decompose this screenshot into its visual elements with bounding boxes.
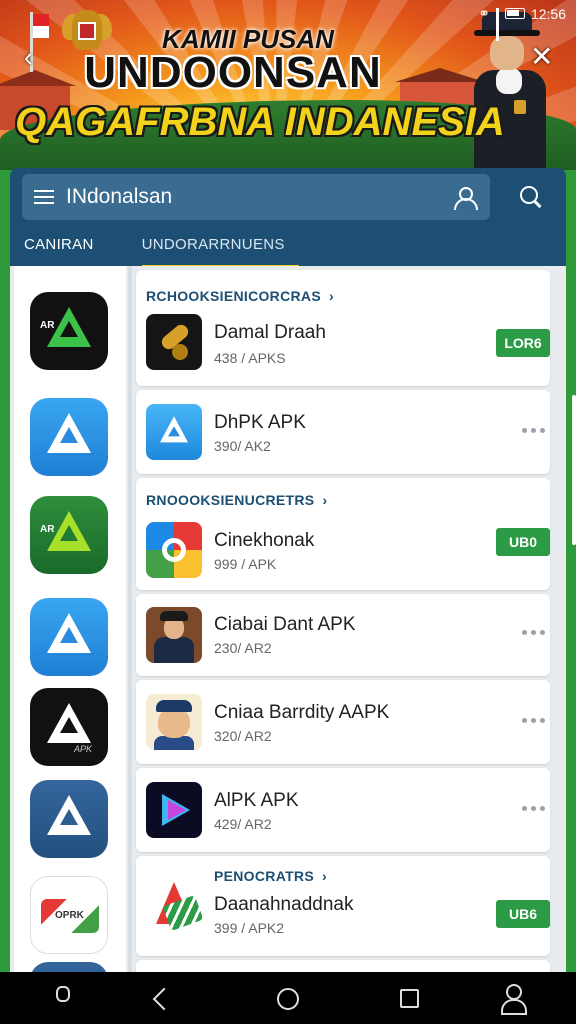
sidebar-icon-label: AR: [40, 524, 55, 535]
apk-logo-blue-icon[interactable]: [30, 398, 108, 476]
app-card[interactable]: AlPK APK 429/ AR2: [136, 768, 550, 852]
profile-icon[interactable]: [500, 984, 527, 1015]
app-subtitle: 320/ AR2: [214, 728, 272, 744]
section-header[interactable]: PENOCRATRS ›: [214, 868, 327, 884]
app-card[interactable]: Ciabai Dant APK 230/ AR2: [136, 594, 550, 676]
sidebar-icon-label: OPRK: [55, 910, 84, 921]
install-button[interactable]: LOR6: [496, 329, 550, 357]
more-options-icon[interactable]: [522, 630, 548, 638]
app-icon: [146, 782, 202, 838]
close-icon[interactable]: ✕: [530, 40, 553, 73]
system-nav-bar: [0, 972, 576, 1024]
signal-icon: [495, 7, 499, 41]
install-button[interactable]: UB0: [496, 528, 550, 556]
app-card[interactable]: RCHOOKSIENICORCRAS › Damal Draah 438 / AP…: [136, 270, 550, 386]
apk-logo-dark-icon[interactable]: APK: [30, 688, 108, 766]
back-arrow-icon[interactable]: ‹: [24, 42, 33, 73]
app-name: Ciabai Dant APK: [214, 614, 356, 635]
battery-icon: [504, 8, 525, 19]
app-subtitle: 399 / APK2: [214, 920, 285, 936]
app-subtitle: 230/ AR2: [214, 640, 272, 656]
tab-bar: CANIRAN UNDORARRNUENS: [10, 226, 566, 268]
main-content: AR AR APK OPRK RCHOOKSIENICORCRAS› Dama: [10, 266, 566, 972]
search-input-value[interactable]: INdonalsan: [66, 185, 452, 209]
banner-line-3: QAGAFRBNA INDANESIA: [15, 100, 505, 144]
app-icon: [146, 607, 202, 663]
header-banner: KAMII PUSAN UNDOONSAN QAGAFRBNA INDANESI…: [0, 0, 576, 170]
tab-caniran[interactable]: CANIRAN: [24, 226, 94, 268]
nav-home-icon[interactable]: [277, 988, 299, 1010]
app-subtitle: 390/ AK2: [214, 438, 271, 454]
apk-logo-dark-icon[interactable]: AR: [30, 292, 108, 370]
app-name: Daanahnaddnak: [214, 894, 354, 915]
sidebar-scrollbar[interactable]: [128, 266, 132, 972]
search-input[interactable]: INdonalsan: [22, 174, 490, 220]
app-bar: INdonalsan CANIRAN UNDORARRNUENS: [10, 168, 566, 268]
sidebar-icon-label: APK: [74, 744, 93, 754]
banner-line-2: UNDOONSAN: [84, 48, 382, 97]
app-name: AlPK APK: [214, 790, 299, 811]
app-name: Cniaa Barrdity AAPK: [214, 702, 390, 723]
app-icon: [146, 314, 202, 370]
opk-logo-icon[interactable]: OPRK: [30, 876, 108, 954]
app-subtitle: 999 / APK: [214, 556, 277, 572]
more-options-icon[interactable]: [522, 428, 548, 436]
page-scrollbar[interactable]: [572, 395, 576, 545]
chevron-right-icon: ›: [322, 492, 328, 508]
apk-logo-green-icon[interactable]: AR: [30, 496, 108, 574]
app-card[interactable]: [136, 960, 550, 972]
app-card[interactable]: RNOOOKSIENUCRETRS › Cinekhonak 999 / APK …: [136, 478, 550, 590]
sidebar-icon-label: AR: [40, 320, 55, 331]
app-icon: [146, 876, 202, 932]
assistant-icon[interactable]: [50, 986, 76, 1010]
section-title: RCHOOKSIENICORCRAS: [146, 288, 321, 304]
install-button[interactable]: UB6: [496, 900, 550, 928]
app-subtitle: 438 / APKS: [214, 350, 286, 366]
more-options-icon[interactable]: [522, 806, 548, 814]
apk-logo-blue-icon[interactable]: [30, 598, 108, 676]
section-title: PENOCRATRS: [214, 868, 314, 884]
wifi-icon: ⚭: [478, 5, 490, 21]
app-icon: [146, 522, 202, 578]
user-icon[interactable]: [452, 185, 478, 210]
nav-back-icon[interactable]: [152, 988, 172, 1008]
chevron-right-icon: ›: [321, 868, 327, 884]
app-subtitle: 429/ AR2: [214, 816, 272, 832]
section-title: RNOOOKSIENUCRETRS: [146, 492, 315, 508]
app-card[interactable]: DhPK APK 390/ AK2: [136, 390, 550, 474]
search-icon[interactable]: [518, 184, 544, 210]
apk-logo-navy-icon[interactable]: [30, 780, 108, 858]
app-name: DhPK APK: [214, 412, 306, 433]
tab-undorarrnuens[interactable]: UNDORARRNUENS: [141, 226, 299, 268]
more-options-icon[interactable]: [522, 718, 548, 726]
app-name: Cinekhonak: [214, 530, 315, 551]
sidebar: AR AR APK OPRK: [14, 266, 126, 972]
app-icon: [146, 694, 202, 750]
section-header[interactable]: RCHOOKSIENICORCRAS ›: [146, 288, 334, 304]
app-card[interactable]: Cniaa Barrdity AAPK 320/ AR2: [136, 680, 550, 764]
app-card[interactable]: PENOCRATRS › Daanahnaddnak 399 / APK2 UB6: [136, 856, 550, 956]
section-header[interactable]: RNOOOKSIENUCRETRS ›: [146, 492, 327, 508]
nav-recents-icon[interactable]: [400, 989, 419, 1008]
status-bar: ⚭ 12:56: [478, 5, 566, 41]
status-time: 12:56: [530, 5, 566, 22]
app-name: Damal Draah: [214, 322, 326, 343]
apk-logo-navy-icon[interactable]: [30, 962, 108, 972]
app-icon: [146, 404, 202, 460]
chevron-right-icon: ›: [328, 288, 334, 304]
menu-icon[interactable]: [34, 190, 54, 204]
